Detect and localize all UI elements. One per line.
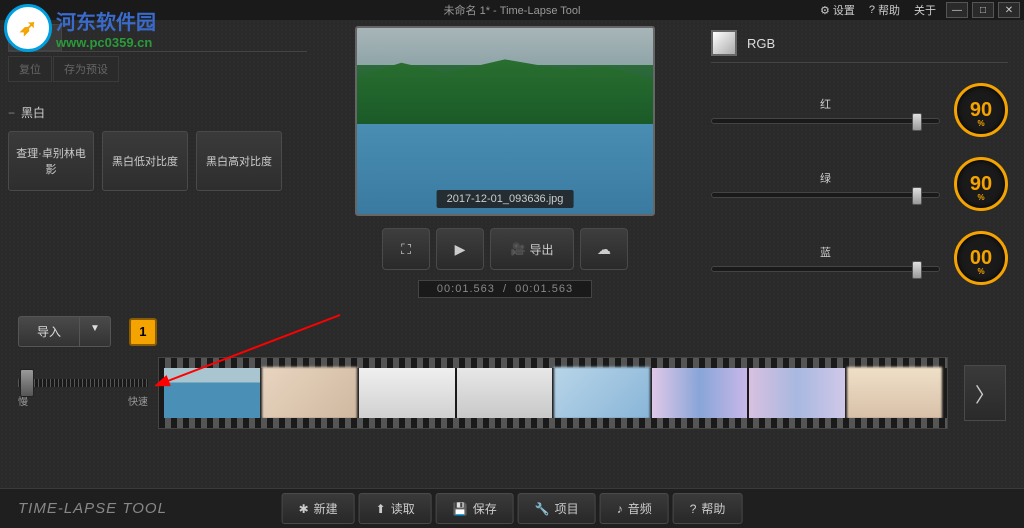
minimize-button[interactable]: — (946, 2, 968, 18)
fit-button[interactable]: ⛶ (382, 228, 430, 270)
gear-icon: ⚙ (820, 4, 830, 17)
settings-link[interactable]: ⚙设置 (814, 2, 861, 18)
import-button[interactable]: 导入 (18, 316, 80, 347)
open-button[interactable]: ⬆读取 (359, 493, 432, 524)
frame-thumb[interactable] (164, 367, 260, 419)
preset-bw-low[interactable]: 黑白低对比度 (102, 131, 188, 191)
export-button[interactable]: 🎥导出 (490, 228, 574, 270)
tab-preset[interactable]: 预设 (8, 24, 62, 51)
close-button[interactable]: ✕ (998, 2, 1020, 18)
preset-bw-high[interactable]: 黑白高对比度 (196, 131, 282, 191)
upload-button[interactable]: ☁ (580, 228, 628, 270)
help-link[interactable]: ?帮助 (863, 2, 906, 18)
brand-label: TIME-LAPSE TOOL (18, 500, 167, 517)
wrench-icon: 🔧 (535, 502, 550, 516)
frame-thumb[interactable] (847, 367, 943, 419)
time-display: 00:01.563 / 00:01.563 (418, 280, 592, 298)
red-thumb[interactable] (912, 113, 922, 131)
scroll-next-button[interactable]: 〉 (964, 365, 1006, 421)
presets-panel: 预设 复位 存为预设 黑白 查理·卓别林电影 黑白低对比度 黑白高对比度 (0, 20, 315, 310)
rgb-label: RGB (747, 36, 775, 51)
blue-slider[interactable] (711, 266, 940, 272)
help-icon: ? (869, 4, 875, 16)
frame-thumb[interactable] (457, 367, 553, 419)
play-icon: ▶ (455, 241, 466, 258)
new-button[interactable]: ✱新建 (282, 493, 355, 524)
preview-filename: 2017-12-01_093636.jpg (437, 190, 574, 208)
red-slider[interactable] (711, 118, 940, 124)
frame-thumb[interactable] (554, 367, 650, 419)
speed-slider[interactable] (18, 379, 148, 387)
speed-thumb[interactable] (20, 369, 34, 397)
blue-gauge: 00% (954, 231, 1008, 285)
help-button[interactable]: ?帮助 (673, 493, 743, 524)
import-dropdown[interactable]: ▼ (80, 316, 111, 347)
save-button[interactable]: 💾保存 (436, 493, 514, 524)
red-label: 红 (711, 96, 940, 112)
upload-icon: ⬆ (376, 502, 386, 516)
save-icon: 💾 (453, 502, 468, 516)
speed-fast-label: 快速 (128, 393, 148, 408)
reset-button[interactable]: 复位 (8, 56, 52, 82)
window-title: 未命名 1* - Time-Lapse Tool (444, 2, 581, 18)
frame-thumb[interactable] (359, 367, 455, 419)
section-bw[interactable]: 黑白 (8, 104, 307, 121)
chevron-right-icon: 〉 (975, 379, 995, 408)
chevron-down-icon: ▼ (90, 323, 100, 334)
footer: TIME-LAPSE TOOL ✱新建 ⬆读取 💾保存 🔧项目 ♪音频 ?帮助 (0, 488, 1024, 528)
preview-image[interactable]: 2017-12-01_093636.jpg (355, 26, 655, 216)
about-link[interactable]: 关于 (908, 2, 942, 18)
green-gauge: 90% (954, 157, 1008, 211)
save-preset-button[interactable]: 存为预设 (53, 56, 119, 82)
preset-chaplin[interactable]: 查理·卓别林电影 (8, 131, 94, 191)
green-thumb[interactable] (912, 187, 922, 205)
question-icon: ? (690, 502, 697, 516)
fit-icon: ⛶ (401, 241, 411, 258)
blue-label: 蓝 (711, 244, 940, 260)
sequence-badge[interactable]: 1 (129, 318, 157, 346)
titlebar: 未命名 1* - Time-Lapse Tool ⚙设置 ?帮助 关于 — □ … (0, 0, 1024, 20)
timeline: 导入 ▼ 1 慢 快速 〉 (0, 310, 1024, 435)
rgb-panel: RGB 红 90% 绿 90% 蓝 00% (695, 20, 1024, 310)
green-label: 绿 (711, 170, 940, 186)
play-button[interactable]: ▶ (436, 228, 484, 270)
sparkle-icon: ✱ (299, 502, 309, 516)
project-button[interactable]: 🔧项目 (518, 493, 596, 524)
frame-thumb[interactable] (749, 367, 845, 419)
preview-panel: 2017-12-01_093636.jpg ⛶ ▶ 🎥导出 ☁ 00:01.56… (315, 20, 695, 310)
note-icon: ♪ (617, 502, 623, 516)
blue-thumb[interactable] (912, 261, 922, 279)
green-slider[interactable] (711, 192, 940, 198)
rgb-swatch-icon (711, 30, 737, 56)
red-gauge: 90% (954, 83, 1008, 137)
filmstrip[interactable] (158, 357, 948, 429)
camera-icon: 🎥 (511, 242, 526, 256)
cloud-icon: ☁ (597, 241, 611, 258)
frame-thumb[interactable] (262, 367, 358, 419)
audio-button[interactable]: ♪音频 (600, 493, 669, 524)
maximize-button[interactable]: □ (972, 2, 994, 18)
frame-thumb[interactable] (652, 367, 748, 419)
